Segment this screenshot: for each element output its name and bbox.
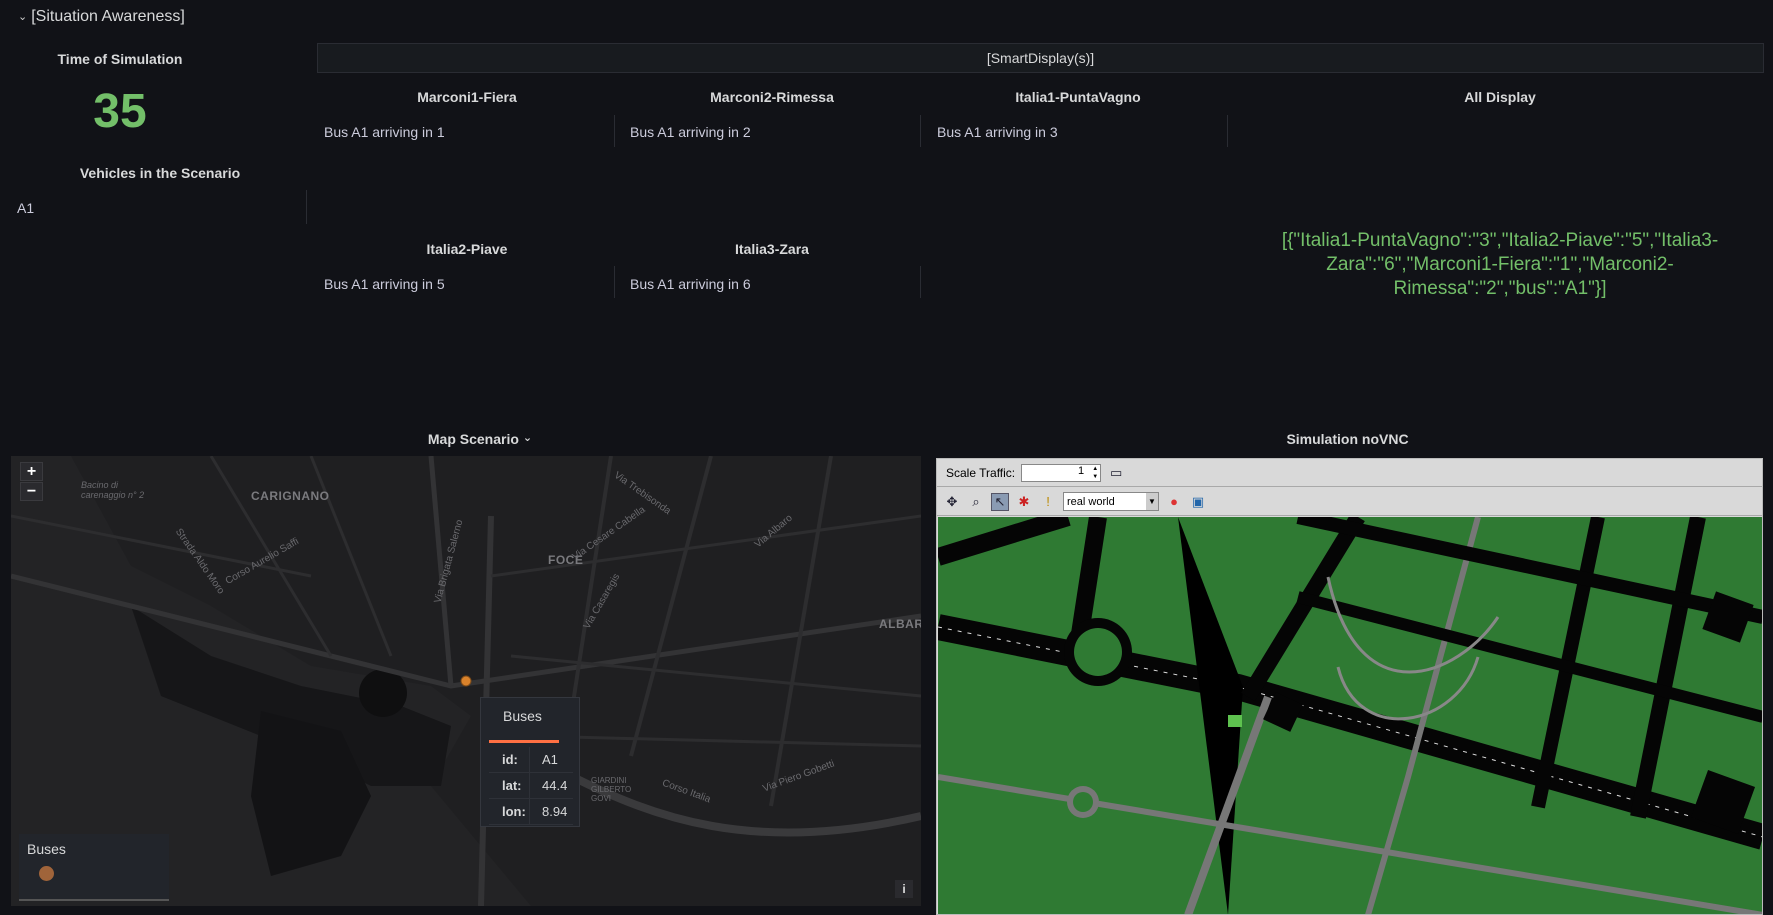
smartdisplay-header: [SmartDisplay(s)] [317,43,1764,73]
map-label-albaro: ALBAR [879,617,921,631]
legend-dot [39,866,54,881]
tooltip-table: id: A1 lat: 44.4 lon: 8.94 [489,747,573,825]
simulation-canvas[interactable] [937,508,1762,914]
display-title-marconi2: Marconi2-Rimessa [710,89,834,105]
view-scheme-value: real world [1067,495,1115,508]
map-panel-title[interactable]: Map Scenario ⌄ [380,431,580,447]
zoom-out-button[interactable]: − [20,482,43,501]
inspect-icon[interactable]: ✱ [1015,493,1033,511]
time-panel-title: Time of Simulation [57,51,183,67]
vnc-toolbar-top: Scale Traffic: 1 ▭ [937,459,1762,487]
simulation-roads [937,508,1762,914]
move-icon[interactable]: ✥ [943,493,961,511]
table-separator [614,115,615,147]
table-separator [1227,115,1228,147]
tooltip-row: lon: 8.94 [489,799,573,825]
vehicle-item: A1 [17,200,35,216]
tooltip-key: lon: [502,804,526,819]
zoom-in-button[interactable]: + [20,462,43,481]
table-separator [920,115,921,147]
map-tooltip: Buses id: A1 lat: 44.4 lon: 8.94 [480,697,580,827]
chevron-down-icon: ▼ [1146,493,1158,510]
map-label-carignano: CARIGNANO [251,489,330,503]
table-separator [306,190,307,224]
map-title-text: Map Scenario [427,431,519,447]
display-title-marconi1: Marconi1-Fiera [417,89,517,105]
display-title-italia1: Italia1-PuntaVagno [1015,89,1141,105]
map-label-bacino: Bacino di carenaggio n° 2 [81,480,145,500]
display-text-italia1: Bus A1 arriving in 3 [937,124,1058,140]
tooltip-title: Buses [503,708,542,724]
display-title-italia3: Italia3-Zara [735,241,809,257]
chevron-down-icon: ⌄ [522,432,533,444]
display-text-italia2: Bus A1 arriving in 5 [324,276,445,292]
vnc-toolbar-tools: ✥ ⌕ ↖ ✱ ! real world ▼ ● ▣ [937,488,1762,516]
camera-icon[interactable]: ▣ [1189,493,1207,511]
info-button[interactable]: i [895,880,913,898]
select-icon[interactable]: ↖ [991,492,1009,511]
tooltip-value: A1 [529,747,558,772]
window-icon[interactable]: ▭ [1107,464,1125,482]
tooltip-row: id: A1 [489,747,573,773]
tooltip-key: lat: [502,778,522,793]
zoom-icon[interactable]: ⌕ [967,493,985,511]
table-separator [614,266,615,298]
scale-traffic-input[interactable]: 1 [1021,463,1102,482]
map-label-giardini: GIARDINI GILBERTO GOVI [591,776,632,803]
bus-marker [460,675,472,687]
all-display-value: [{"Italia1-PuntaVagno":"3","Italia2-Piav… [1281,230,1719,299]
display-text-italia3: Bus A1 arriving in 6 [630,276,751,292]
table-separator [920,266,921,298]
display-title-italia2: Italia2-Piave [426,241,508,257]
time-value: 35 [93,85,147,138]
legend-title: Buses [27,841,66,857]
scale-traffic-label: Scale Traffic: [946,465,1016,480]
display-text-marconi1: Bus A1 arriving in 1 [324,124,445,140]
display-title-all: All Display [1464,89,1536,105]
map-legend[interactable]: Buses [19,834,169,901]
tooltip-value: 44.4 [529,773,567,798]
vnc-panel-title: Simulation noVNC [1286,431,1409,447]
display-text-marconi2: Bus A1 arriving in 2 [630,124,751,140]
vehicles-panel-title: Vehicles in the Scenario [79,165,241,181]
row-header-situation-awareness[interactable]: ⌄ [Situation Awareness] [18,8,185,26]
tooltip-key: id: [502,752,518,767]
warning-icon[interactable]: ! [1039,493,1057,511]
vnc-screen[interactable]: Scale Traffic: 1 ▭ ✥ ⌕ ↖ ✱ ! real world ▼… [936,458,1763,915]
tooltip-value: 8.94 [529,799,567,824]
color-wheel-icon[interactable]: ● [1165,493,1183,511]
tooltip-color-bar [489,740,559,743]
chevron-down-icon: ⌄ [18,10,28,23]
row-title: [Situation Awareness] [31,8,185,25]
view-scheme-select[interactable]: real world ▼ [1063,492,1159,511]
tooltip-row: lat: 44.4 [489,773,573,799]
